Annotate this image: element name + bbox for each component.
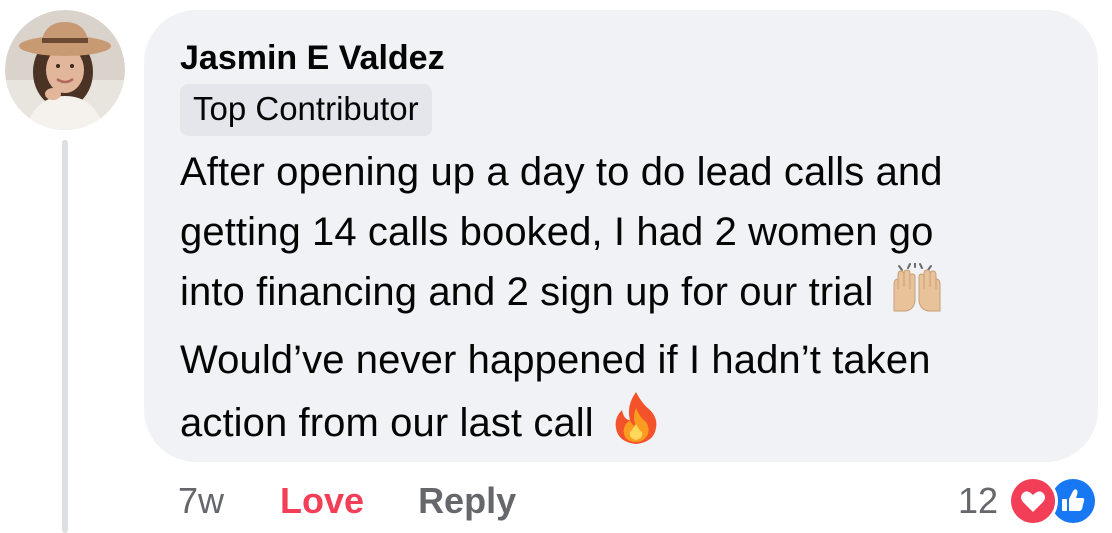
comment-text: After opening up a day to do lead calls … bbox=[180, 142, 1062, 463]
thread-line bbox=[62, 140, 68, 533]
comment-line-with-emoji: action from our last call bbox=[180, 390, 1062, 463]
love-button[interactable]: Love bbox=[280, 480, 364, 522]
avatar[interactable] bbox=[5, 10, 125, 130]
top-contributor-badge: Top Contributor bbox=[180, 84, 432, 136]
reaction-icons bbox=[1008, 474, 1102, 528]
comment-author[interactable]: Jasmin E Valdez bbox=[180, 38, 445, 78]
reactions-summary[interactable]: 12 bbox=[958, 474, 1102, 528]
comment-timestamp[interactable]: 7w bbox=[178, 480, 224, 522]
reaction-count: 12 bbox=[957, 480, 998, 521]
comment-line: action from our last call bbox=[180, 401, 594, 445]
comment-actions: 7w Love Reply bbox=[178, 478, 516, 524]
comment-line: Would’ve never happened if I hadn’t take… bbox=[180, 338, 931, 382]
comment-bubble: Jasmin E Valdez Top Contributor After op… bbox=[144, 10, 1098, 462]
comment-line: into financing and 2 sign up for our tri… bbox=[180, 270, 874, 314]
raising-hands-icon bbox=[888, 262, 946, 330]
reply-button[interactable]: Reply bbox=[418, 480, 516, 522]
comment-line: getting 14 calls booked, I had 2 women g… bbox=[180, 210, 934, 254]
fire-icon bbox=[612, 390, 660, 463]
comment-line: After opening up a day to do lead calls … bbox=[180, 150, 943, 194]
comment-line-with-emoji: into financing and 2 sign up for our tri… bbox=[180, 262, 1062, 330]
love-reaction-icon bbox=[1008, 476, 1058, 526]
avatar-image bbox=[5, 10, 125, 130]
